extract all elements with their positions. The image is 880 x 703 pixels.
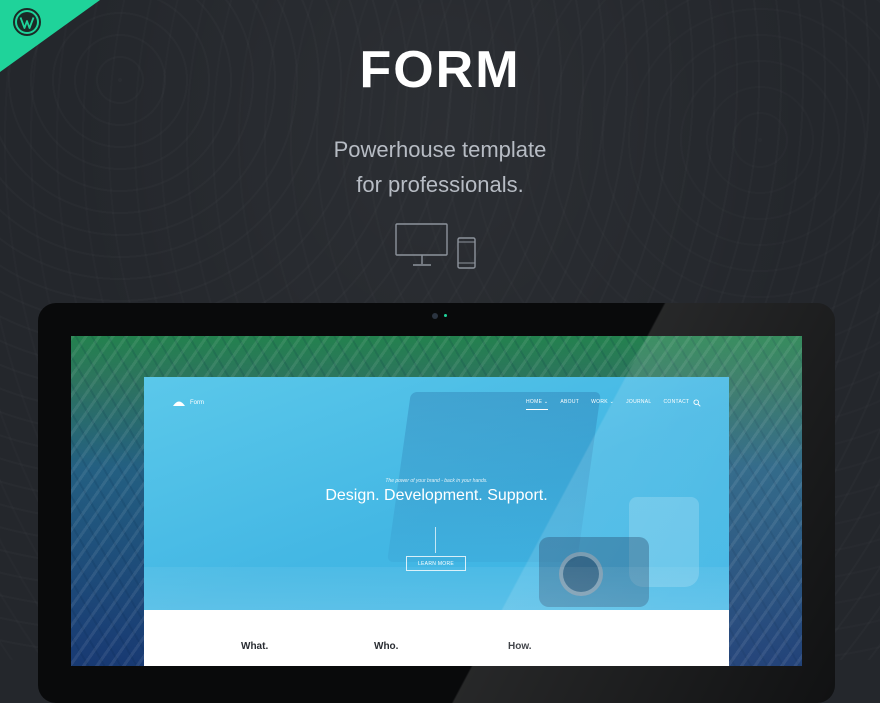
umbrella-logo-icon	[173, 401, 185, 406]
page-title: FORM	[359, 41, 521, 99]
device-icons	[395, 223, 476, 269]
search-icon[interactable]	[693, 399, 701, 407]
wordpress-icon[interactable]	[12, 7, 42, 37]
feature-what: What.	[241, 641, 269, 652]
nav-item-journal[interactable]: JOURNAL	[626, 399, 651, 405]
monitor-camera	[432, 313, 438, 319]
feature-who: Who.	[374, 641, 399, 652]
page-subtitle: Powerhouse template for professionals.	[0, 132, 880, 202]
chevron-down-icon: ⌄	[607, 399, 615, 405]
site-logo[interactable]: Form	[172, 399, 204, 407]
monitor-screen: Form HOME ⌄ ABOUT WORK ⌄ JOURNAL CONTACT…	[71, 336, 802, 666]
hero-tagline: The power of your brand - back in your h…	[385, 478, 488, 484]
subtitle-line-2: for professionals.	[356, 172, 524, 197]
nav-item-work[interactable]: WORK ⌄	[591, 399, 614, 405]
mobile-icon	[457, 237, 476, 269]
learn-more-button[interactable]: LEARN MORE	[406, 556, 466, 571]
feature-how: How.	[508, 641, 532, 652]
nav-item-contact[interactable]: CONTACT	[664, 399, 690, 405]
site-logo-text: Form	[190, 400, 204, 406]
hero-title: Design. Development. Support.	[325, 487, 548, 504]
website-preview: Form HOME ⌄ ABOUT WORK ⌄ JOURNAL CONTACT…	[144, 377, 729, 666]
desktop-icon	[395, 223, 448, 266]
site-nav: HOME ⌄ ABOUT WORK ⌄ JOURNAL CONTACT	[526, 399, 690, 410]
hero-desk-image	[144, 567, 729, 610]
hero-divider	[435, 527, 436, 553]
hero-section: Form HOME ⌄ ABOUT WORK ⌄ JOURNAL CONTACT…	[144, 377, 729, 610]
features-section: What. Who. How.	[144, 610, 729, 666]
camera-indicator	[444, 314, 447, 317]
subtitle-line-1: Powerhouse template	[333, 137, 547, 162]
nav-item-about[interactable]: ABOUT	[560, 399, 579, 405]
nav-item-home[interactable]: HOME ⌄	[526, 399, 549, 410]
chevron-down-icon: ⌄	[542, 399, 549, 405]
